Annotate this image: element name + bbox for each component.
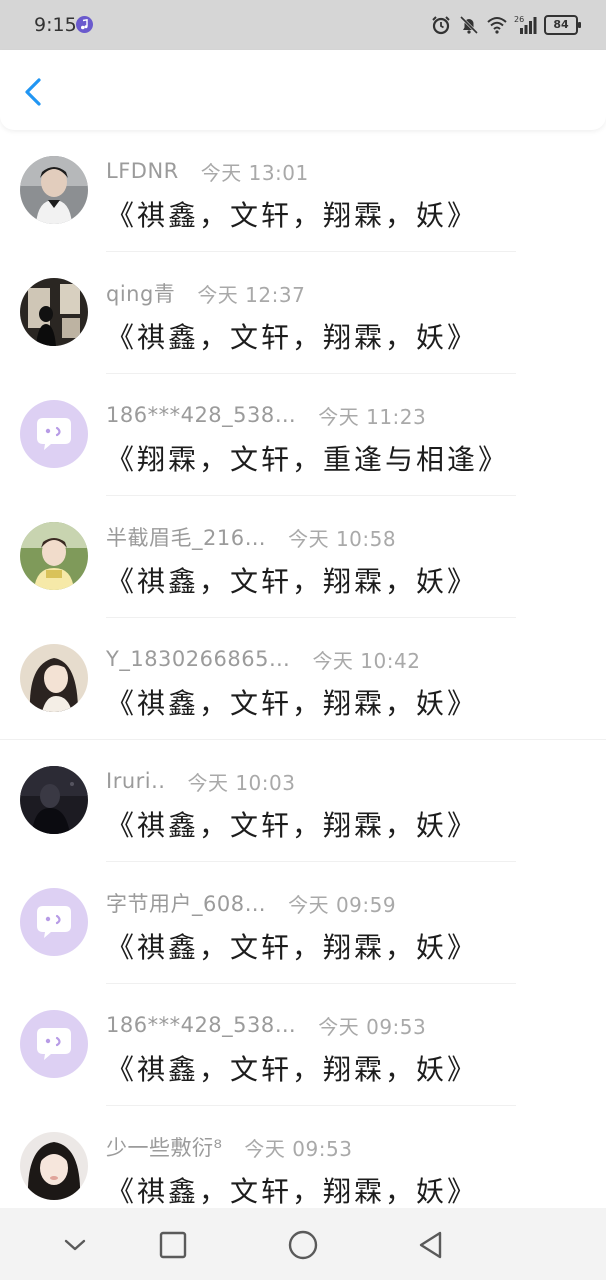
avatar[interactable] (20, 766, 88, 834)
list-item[interactable]: 186***428_538… 今天 09:53 《祺鑫，文轩，翔霖，妖》 (0, 984, 606, 1106)
battery-icon: 84 (544, 15, 581, 35)
svg-text:26: 26 (514, 15, 524, 24)
username[interactable]: 186***428_538… (106, 403, 296, 427)
avatar[interactable] (20, 522, 88, 590)
comment-meta: 字节用户_608… 今天 09:59 (106, 888, 396, 918)
signal-icon: 26 (514, 15, 537, 34)
status-time: 9:15 (34, 14, 77, 36)
username[interactable]: 少一些敷衍⁸ (106, 1132, 222, 1162)
triangle-back-icon[interactable] (414, 1228, 448, 1262)
avatar[interactable] (20, 278, 88, 346)
alarm-icon (432, 16, 450, 35)
timestamp: 今天 09:59 (288, 892, 397, 917)
timestamp: 今天 12:37 (197, 282, 306, 307)
list-item[interactable]: 字节用户_608… 今天 09:59 《祺鑫，文轩，翔霖，妖》 (0, 862, 606, 984)
avatar[interactable] (20, 888, 88, 956)
timestamp: 今天 10:42 (312, 648, 421, 673)
comment-text: 《祺鑫，文轩，翔霖，妖》 (106, 1175, 479, 1208)
music-app-icon (76, 16, 93, 33)
comment-meta: 186***428_538… 今天 11:23 (106, 400, 426, 430)
username[interactable]: LFDNR (106, 159, 179, 183)
username[interactable]: 186***428_538… (106, 1013, 296, 1037)
timestamp: 今天 11:23 (318, 404, 427, 429)
comment-text: 《祺鑫，文轩，翔霖，妖》 (106, 321, 479, 354)
list-item[interactable]: 186***428_538… 今天 11:23 《翔霖，文轩，重逢与相逢》 (0, 374, 606, 496)
timestamp: 今天 10:03 (187, 770, 296, 795)
username[interactable]: 字节用户_608… (106, 888, 266, 918)
comment-meta: 186***428_538… 今天 09:53 (106, 1010, 426, 1040)
wifi-icon (487, 17, 507, 34)
list-item[interactable]: qing青 今天 12:37 《祺鑫，文轩，翔霖，妖》 (0, 252, 606, 374)
comment-text: 《祺鑫，文轩，翔霖，妖》 (106, 809, 479, 842)
comment-meta: Y_1830266865… 今天 10:42 (106, 644, 420, 674)
avatar[interactable] (20, 644, 88, 712)
comment-meta: LFDNR 今天 13:01 (106, 156, 309, 186)
list-item[interactable]: 半截眉毛_216… 今天 10:58 《祺鑫，文轩，翔霖，妖》 (0, 496, 606, 618)
status-bar: 9:15 26 84 (0, 0, 606, 50)
timestamp: 今天 13:01 (200, 160, 309, 185)
comment-meta: 少一些敷衍⁸ 今天 09:53 (106, 1132, 352, 1162)
list-item[interactable]: Iruri.. 今天 10:03 《祺鑫，文轩，翔霖，妖》 (0, 740, 606, 862)
comment-text: 《祺鑫，文轩，翔霖，妖》 (106, 565, 479, 598)
comment-text: 《祺鑫，文轩，翔霖，妖》 (106, 687, 479, 720)
list-item[interactable]: LFDNR 今天 13:01 《祺鑫，文轩，翔霖，妖》 (0, 130, 606, 252)
comment-text: 《翔霖，文轩，重逢与相逢》 (106, 443, 510, 476)
username[interactable]: qing青 (106, 278, 175, 308)
comment-meta: qing青 今天 12:37 (106, 278, 305, 308)
header (0, 50, 606, 130)
username[interactable]: Iruri.. (106, 769, 165, 793)
comment-text: 《祺鑫，文轩，翔霖，妖》 (106, 199, 479, 232)
comment-list: LFDNR 今天 13:01 《祺鑫，文轩，翔霖，妖》 qing青 今天 12:… (0, 130, 606, 1228)
mute-bell-icon (459, 15, 479, 35)
square-recent-icon[interactable] (156, 1228, 190, 1262)
timestamp: 今天 09:53 (244, 1136, 353, 1161)
comment-text: 《祺鑫，文轩，翔霖，妖》 (106, 1053, 479, 1086)
comment-meta: Iruri.. 今天 10:03 (106, 766, 295, 796)
chevron-left-icon[interactable] (18, 76, 50, 108)
timestamp: 今天 09:53 (318, 1014, 427, 1039)
list-item[interactable]: Y_1830266865… 今天 10:42 《祺鑫，文轩，翔霖，妖》 (0, 618, 606, 740)
comment-text: 《祺鑫，文轩，翔霖，妖》 (106, 931, 479, 964)
avatar[interactable] (20, 1132, 88, 1200)
timestamp: 今天 10:58 (288, 526, 397, 551)
status-icons: 26 84 (430, 12, 581, 38)
avatar[interactable] (20, 1010, 88, 1078)
comment-meta: 半截眉毛_216… 今天 10:58 (106, 522, 396, 552)
username[interactable]: 半截眉毛_216… (106, 522, 266, 552)
avatar[interactable] (20, 156, 88, 224)
avatar[interactable] (20, 400, 88, 468)
system-nav-bar (0, 1208, 606, 1280)
chevron-down-icon[interactable] (58, 1228, 92, 1262)
circle-home-icon[interactable] (286, 1228, 320, 1262)
username[interactable]: Y_1830266865… (106, 647, 290, 671)
